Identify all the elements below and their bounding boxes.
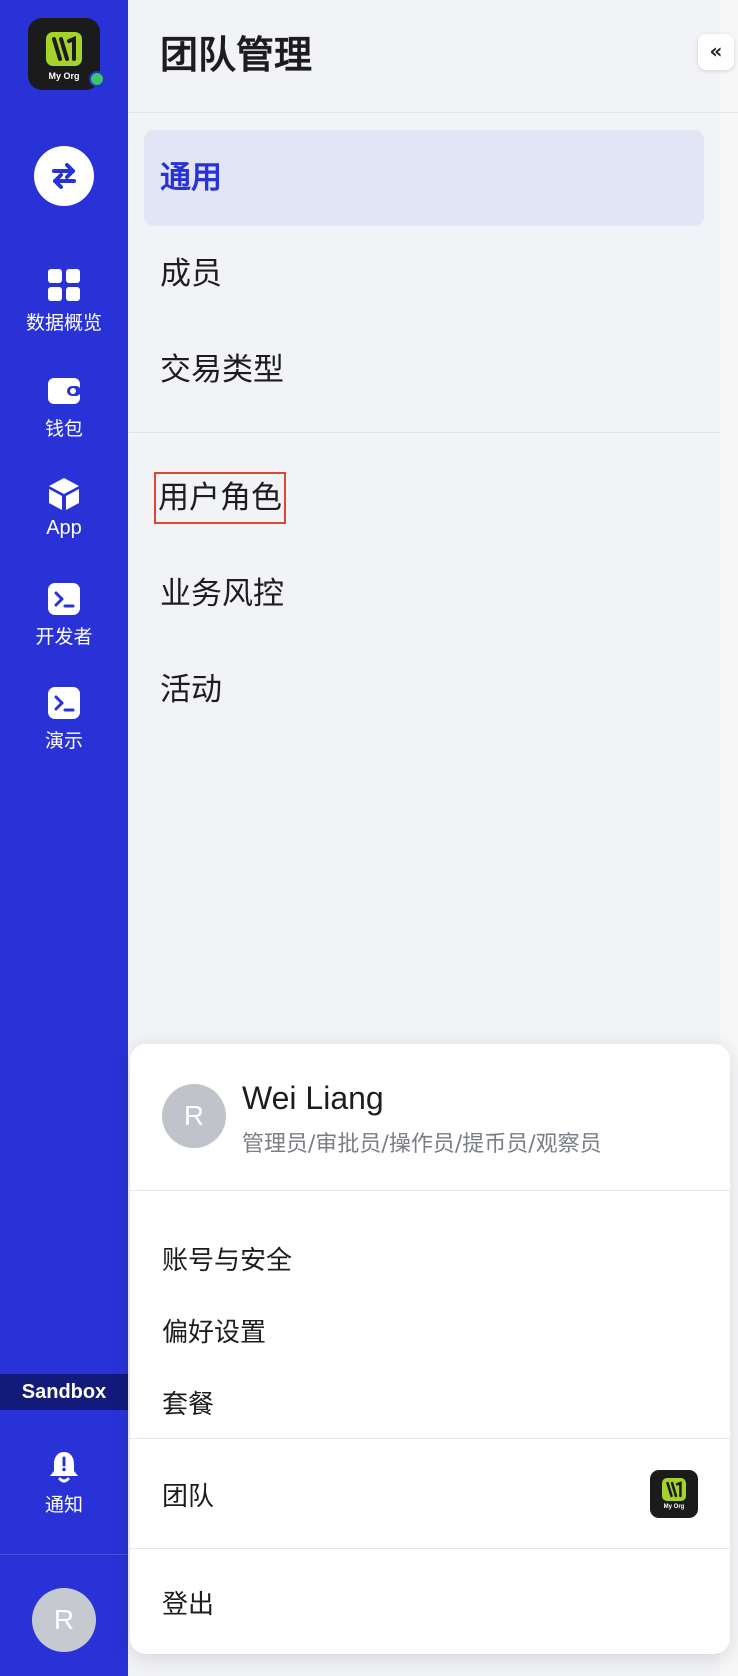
menu-item-transaction-types[interactable]: 交易类型 xyxy=(144,322,704,418)
menu-item-label-highlighted: 用户角色 xyxy=(154,472,286,524)
switch-org-button[interactable] xyxy=(34,146,94,206)
menu-item-risk-control[interactable]: 业务风控 xyxy=(144,546,704,642)
menu-item-account-security[interactable]: 账号与安全 xyxy=(162,1240,292,1277)
nav-item-notifications[interactable]: 通知 xyxy=(0,1450,128,1517)
nav-label: 通知 xyxy=(44,1494,83,1516)
user-roles: 管理员/审批员/操作员/提币员/观察员 xyxy=(242,1132,602,1157)
terminal-icon xyxy=(47,686,81,720)
nav-item-demo[interactable]: 演示 xyxy=(0,686,128,753)
dashboard-grid-icon xyxy=(47,268,81,302)
nav-label: 演示 xyxy=(44,730,83,752)
menu-item-general[interactable]: 通用 xyxy=(144,130,704,226)
popup-divider xyxy=(130,1190,730,1191)
nav-label: 数据概览 xyxy=(25,312,102,334)
nav-item-dashboard[interactable]: 数据概览 xyxy=(0,268,128,335)
terminal-icon xyxy=(47,582,81,616)
page-title: 团队管理 xyxy=(160,33,313,77)
cube-icon xyxy=(47,477,81,511)
menu-item-plan[interactable]: 套餐 xyxy=(162,1384,214,1421)
org-status-dot xyxy=(89,71,105,87)
menu-item-activity[interactable]: 活动 xyxy=(144,642,704,738)
menu-item-team[interactable]: 团队 xyxy=(162,1476,214,1513)
sidebar: My Org 数据概览 钱包 App 开发者 演示 Sandbox 通知 R xyxy=(0,0,128,1676)
bell-icon xyxy=(47,1450,81,1484)
collapse-panel-button[interactable]: « xyxy=(698,34,734,70)
avatar: R xyxy=(162,1084,226,1148)
avatar[interactable]: R xyxy=(32,1588,96,1652)
nav-item-app[interactable]: App xyxy=(0,477,128,540)
menu-divider xyxy=(128,432,720,433)
nav-label: 钱包 xyxy=(44,418,83,440)
team-logo-text: My Org xyxy=(663,1504,685,1510)
menu-item-user-roles[interactable]: 用户角色 xyxy=(144,450,704,546)
org-logo-mark-icon xyxy=(662,1478,686,1501)
org-logo[interactable]: My Org xyxy=(28,18,105,90)
user-name: Wei Liang xyxy=(242,1080,384,1116)
environment-badge: Sandbox xyxy=(0,1374,128,1410)
menu-item-members[interactable]: 成员 xyxy=(144,226,704,322)
swap-arrows-icon xyxy=(52,163,76,189)
org-logo-mark-icon xyxy=(46,32,82,66)
nav-item-developer[interactable]: 开发者 xyxy=(0,582,128,649)
popup-divider xyxy=(130,1438,730,1439)
nav-label: 开发者 xyxy=(35,626,93,648)
wallet-icon xyxy=(47,374,81,408)
double-chevron-left-icon: « xyxy=(709,39,723,63)
popup-divider xyxy=(130,1548,730,1549)
nav-label: App xyxy=(46,517,82,539)
team-logo[interactable]: My Org xyxy=(650,1470,698,1518)
header-divider xyxy=(128,112,720,113)
sidebar-divider xyxy=(0,1554,128,1555)
nav-item-wallet[interactable]: 钱包 xyxy=(0,374,128,441)
user-menu-popup: R Wei Liang 管理员/审批员/操作员/提币员/观察员 账号与安全 偏好… xyxy=(130,1044,730,1654)
menu-item-preferences[interactable]: 偏好设置 xyxy=(162,1312,266,1349)
logout-button[interactable]: 登出 xyxy=(162,1584,214,1621)
